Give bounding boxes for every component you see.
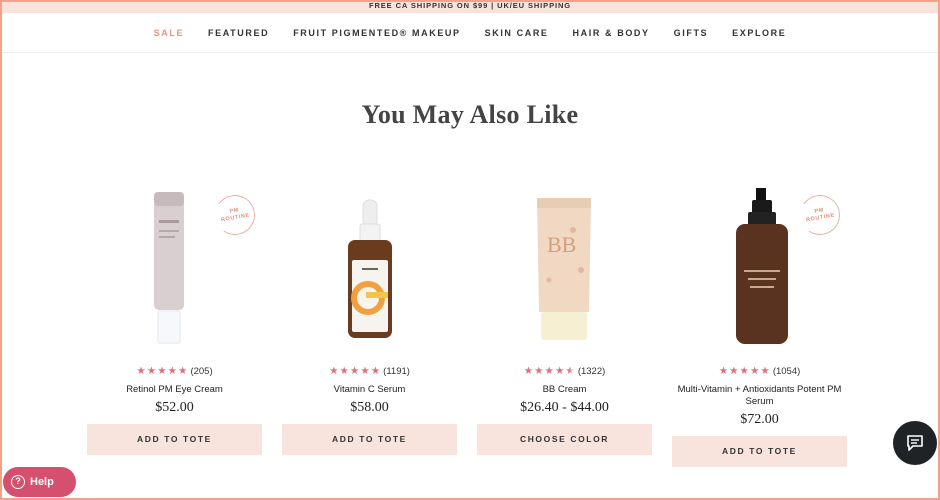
star-icon: ★ xyxy=(739,365,749,377)
star-icon: ★ xyxy=(749,365,760,377)
star-icon: ★ xyxy=(178,365,188,377)
product-name[interactable]: BB Cream xyxy=(477,384,652,396)
nav-item-makeup[interactable]: FRUIT PIGMENTED® MAKEUP xyxy=(293,28,460,38)
vitamin-c-serum-bottle-image xyxy=(348,199,392,338)
nav-item-sale[interactable]: SALE xyxy=(154,28,184,38)
help-button[interactable]: ? Help xyxy=(3,467,76,497)
star-icon: ★ xyxy=(349,365,360,377)
add-to-tote-button[interactable]: ADD TO TOTE xyxy=(672,436,847,467)
product-price: $52.00 xyxy=(155,400,194,415)
star-icon: ★ xyxy=(554,365,565,377)
product-card: BB ★ ★ ★ ★ ★ (1322) BB Cream $26.40 - $44.00… xyxy=(477,180,652,455)
product-image[interactable]: BB xyxy=(477,180,652,352)
rating: ★ ★ ★ ★ ★ (205) xyxy=(87,364,262,378)
review-count[interactable]: (205) xyxy=(190,366,212,377)
product-name[interactable]: Retinol PM Eye Cream xyxy=(87,384,262,396)
add-to-tote-button[interactable]: ADD TO TOTE xyxy=(87,424,262,455)
star-icon: ★ xyxy=(544,365,554,377)
choose-color-button[interactable]: CHOOSE COLOR xyxy=(477,424,652,455)
star-icon: ★ xyxy=(146,365,157,377)
review-count[interactable]: (1054) xyxy=(773,366,800,377)
nav-item-gifts[interactable]: GIFTS xyxy=(674,28,709,38)
product-card: PM ROUTINE ★ ★ ★ ★ ★ (205) Retinol PM Eye Cre… xyxy=(87,180,262,455)
badge-line-2: ROUTINE xyxy=(805,212,836,224)
product-price: $72.00 xyxy=(740,412,779,427)
nav-item-explore[interactable]: EXPLORE xyxy=(732,28,786,38)
star-icon: ★ xyxy=(136,365,146,377)
nav-item-hair-body[interactable]: HAIR & BODY xyxy=(573,28,650,38)
chat-button[interactable] xyxy=(893,421,937,465)
star-icon: ★ xyxy=(534,365,544,377)
star-icon: ★ xyxy=(167,365,178,377)
chat-icon xyxy=(907,435,923,451)
rating: ★ ★ ★ ★ ★ (1054) xyxy=(672,364,847,378)
nav-item-skin-care[interactable]: SKIN CARE xyxy=(485,28,549,38)
rating: ★ ★ ★ ★ ★ (1322) xyxy=(477,364,652,378)
star-icon: ★ xyxy=(157,365,167,377)
badge-line-2: ROUTINE xyxy=(220,212,251,224)
main-nav: SALE FEATURED FRUIT PIGMENTED® MAKEUP SK… xyxy=(0,13,940,53)
product-image[interactable]: PM ROUTINE xyxy=(87,180,262,352)
product-name[interactable]: Vitamin C Serum xyxy=(282,384,457,396)
star-icon: ★ xyxy=(370,365,381,377)
promo-text: FREE CA SHIPPING ON $99 | UK/EU SHIPPING xyxy=(368,1,572,10)
bb-cream-tube-image: BB xyxy=(537,198,591,340)
product-price: $26.40 - $44.00 xyxy=(520,400,609,415)
review-count[interactable]: (1191) xyxy=(383,366,410,377)
star-icon: ★ xyxy=(718,365,729,377)
review-count[interactable]: (1322) xyxy=(578,366,605,377)
star-icon: ★ xyxy=(360,365,370,377)
product-card: PM ROUTINE ★ ★ ★ ★ ★ (1054) Multi-Vitamin + A… xyxy=(672,180,847,467)
section-title: You May Also Like xyxy=(361,100,579,129)
nav-item-featured[interactable]: FEATURED xyxy=(208,28,269,38)
product-image[interactable] xyxy=(282,180,457,352)
star-icon: ★ xyxy=(329,365,339,377)
product-name[interactable]: Multi-Vitamin + Antioxidants Potent PM S… xyxy=(672,384,847,408)
star-icon: ★ xyxy=(760,365,770,377)
star-icon: ★ xyxy=(729,365,739,377)
svg-text:BB: BB xyxy=(547,232,576,257)
star-half-icon: ★ xyxy=(565,365,575,377)
help-label: Help xyxy=(30,476,54,488)
promo-banner: FREE CA SHIPPING ON $99 | UK/EU SHIPPING xyxy=(0,0,940,13)
add-to-tote-button[interactable]: ADD TO TOTE xyxy=(282,424,457,455)
star-icon: ★ xyxy=(339,365,349,377)
product-price: $58.00 xyxy=(350,400,389,415)
rating: ★ ★ ★ ★ ★ (1191) xyxy=(282,364,457,378)
product-card: ★ ★ ★ ★ ★ (1191) Vitamin C Serum $58.00 ADD … xyxy=(282,180,457,455)
star-icon: ★ xyxy=(523,365,534,377)
question-icon: ? xyxy=(11,475,25,489)
product-image[interactable]: PM ROUTINE xyxy=(672,180,847,352)
